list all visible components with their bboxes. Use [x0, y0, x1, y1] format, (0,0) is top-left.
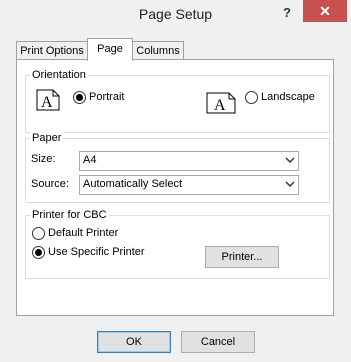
portrait-label[interactable]: Portrait: [89, 91, 124, 103]
landscape-letter: A: [214, 97, 226, 114]
ok-button[interactable]: OK: [97, 331, 171, 353]
cancel-button[interactable]: Cancel: [181, 331, 255, 353]
source-label: Source:: [31, 178, 69, 190]
landscape-label[interactable]: Landscape: [261, 91, 315, 103]
tab-print-options[interactable]: Print Options: [16, 41, 88, 60]
orientation-group: [25, 75, 330, 133]
tab-panel-page: Orientation A Portrait A Landscape Paper…: [16, 59, 334, 316]
printer-legend: Printer for CBC: [30, 209, 109, 221]
orientation-legend: Orientation: [30, 69, 88, 81]
portrait-radio-dot: [76, 94, 83, 101]
help-button[interactable]: ?: [278, 4, 296, 22]
source-value: Automatically Select: [83, 178, 183, 190]
portrait-radio[interactable]: [73, 91, 86, 104]
landscape-radio[interactable]: [245, 91, 258, 104]
specific-printer-radio-dot: [35, 249, 42, 256]
tab-columns[interactable]: Columns: [132, 41, 184, 60]
chevron-down-icon: [285, 157, 295, 164]
default-printer-radio[interactable]: [32, 227, 45, 240]
specific-printer-radio[interactable]: [32, 246, 45, 259]
portrait-letter: A: [41, 94, 53, 111]
size-select[interactable]: A4: [79, 151, 299, 171]
chevron-down-icon: [285, 181, 295, 188]
size-label: Size:: [31, 153, 56, 165]
paper-legend: Paper: [30, 132, 64, 144]
size-value: A4: [83, 154, 97, 166]
specific-printer-label[interactable]: Use Specific Printer: [48, 246, 145, 258]
title-bar: Page Setup ? ✕: [0, 0, 351, 30]
dialog-title: Page Setup: [138, 6, 213, 22]
source-select[interactable]: Automatically Select: [79, 175, 299, 195]
close-icon: ✕: [319, 3, 331, 19]
default-printer-label[interactable]: Default Printer: [48, 227, 118, 239]
tab-page[interactable]: Page: [87, 38, 133, 61]
portrait-page-icon: A: [36, 89, 60, 111]
printer-button[interactable]: Printer...: [205, 246, 279, 268]
close-button[interactable]: ✕: [303, 0, 347, 22]
landscape-page-icon: A: [206, 92, 236, 114]
